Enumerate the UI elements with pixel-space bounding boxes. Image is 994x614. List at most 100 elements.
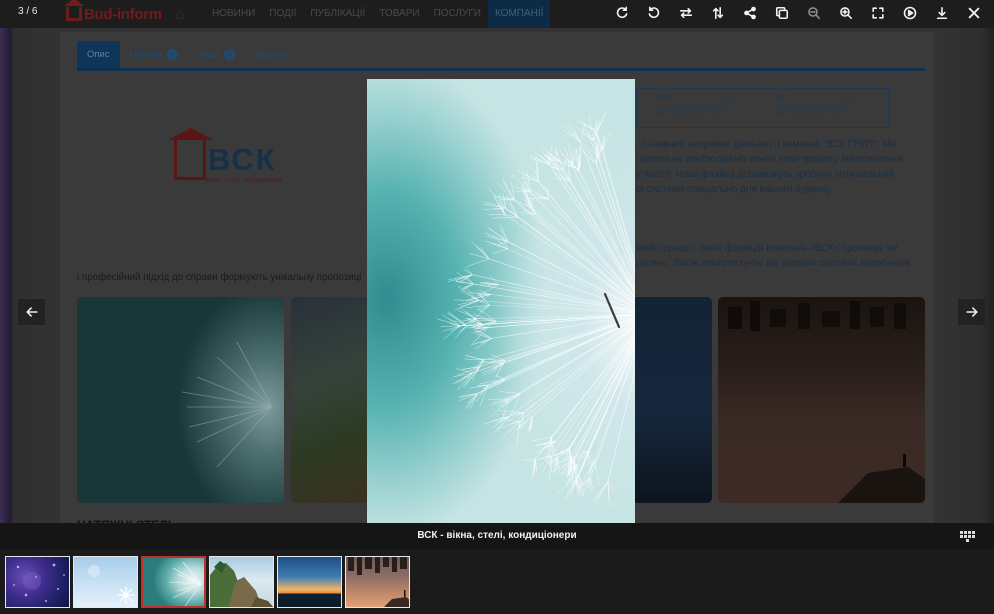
dandelion-pappus	[569, 474, 580, 498]
dandelion-pappus	[483, 207, 506, 210]
tabs-underline	[77, 68, 925, 71]
thumbnail-sunset[interactable]	[277, 556, 342, 608]
rating-service-label: Сервіс	[653, 93, 674, 100]
dandelion-pappus	[535, 458, 538, 474]
grid-icon	[959, 530, 963, 534]
prev-image-button[interactable]	[18, 299, 45, 325]
thumbnail-strip	[0, 549, 994, 614]
rotate-ccw-icon	[648, 6, 660, 19]
share-icon	[744, 6, 756, 20]
flip-vertical-button[interactable]	[702, 0, 734, 26]
thumbnail-city[interactable]	[345, 556, 410, 608]
grid-icon	[967, 534, 971, 538]
nav-item-companies: КОМПАНІЇ	[487, 0, 551, 28]
rotate-cw-button[interactable]	[606, 0, 638, 26]
tab-reviews: Відгуки	[245, 41, 297, 69]
dandelion-pappus	[520, 458, 536, 461]
dandelion-pappus	[465, 266, 473, 275]
dandelion-pappus	[454, 300, 480, 311]
dandelion-pappus	[563, 152, 568, 171]
dandelion-pappus	[499, 391, 521, 394]
next-image-button[interactable]	[958, 299, 985, 325]
dandelion-pappus	[453, 299, 480, 301]
description-line: і ретельно контролюємо кожен етап процес…	[636, 154, 903, 165]
dandelion-pappus	[607, 481, 609, 500]
tab-news: Новини 0	[120, 41, 189, 69]
company-logo-text: ВСК	[208, 142, 277, 177]
dandelion-pappus	[548, 449, 570, 465]
grid-icon	[959, 534, 963, 538]
dandelion-pappus	[521, 177, 539, 182]
thumbnail-grid-toggle[interactable]	[958, 528, 976, 544]
thumbnail-purple-bokeh[interactable]	[5, 556, 70, 608]
mastery-line: рішень. Якісні комплектуючі від відомих …	[636, 258, 911, 269]
nav-item-services: ПОСЛУГИ	[433, 8, 481, 19]
nav-item-goods: ТОВАРИ	[379, 8, 420, 19]
dandelion-pappus	[460, 290, 480, 301]
description-line: - основний напрямок діяльності компанії …	[636, 139, 896, 150]
slideshow-button[interactable]	[894, 0, 926, 26]
zoom-in-button[interactable]	[830, 0, 862, 26]
dandelion-filament	[508, 322, 635, 400]
fullscreen-button[interactable]	[862, 0, 894, 26]
ratings-box: Сервіс ☆☆☆☆☆0.0 Ціни ☆☆☆☆☆0.0	[636, 88, 889, 128]
dandelion-pappus	[516, 421, 521, 445]
zoom-in-icon	[840, 7, 853, 20]
dandelion-filament	[596, 131, 635, 267]
dandelion-pappus	[562, 129, 581, 143]
image-counter: 3 / 6	[18, 6, 38, 17]
dandelion-pappus	[511, 174, 531, 193]
tab-promotions-label: Акції	[198, 49, 219, 60]
thumbnail-dandelion[interactable]	[141, 556, 206, 608]
dandelion-pappus	[443, 325, 461, 340]
company-logo-tagline: вікна · стелі · кондиціонери	[206, 178, 282, 184]
dandelion-pappus	[467, 359, 484, 379]
dandelion-pappus	[507, 420, 521, 422]
copy-button[interactable]	[766, 0, 798, 26]
gallery-tile-dandelion	[77, 297, 284, 503]
dandelion-pappus	[591, 481, 609, 502]
dandelion-pappus	[563, 124, 581, 143]
main-image[interactable]	[367, 79, 635, 526]
dandelion-pappus	[479, 384, 489, 407]
cliffs-art	[210, 561, 273, 607]
dandelion-pappus	[463, 269, 473, 275]
close-button[interactable]	[958, 0, 990, 26]
flip-vertical-icon	[712, 6, 724, 20]
dandelion-pappus	[467, 258, 490, 267]
flip-horizontal-button[interactable]	[670, 0, 702, 26]
image-caption: ВСК - вікна, стелі, кондиціонери	[417, 530, 577, 541]
viewer-toolbar	[606, 0, 990, 26]
site-nav: НОВИНИ ПОДІЇ ПУБЛІКАЦІЇ ТОВАРИ ПОСЛУГИ К…	[205, 0, 551, 28]
thumbnail-cliffs[interactable]	[209, 556, 274, 608]
zoom-out-button[interactable]	[798, 0, 830, 26]
dandelion-pappus	[580, 123, 586, 143]
dandelion-pappus	[517, 169, 539, 182]
dandelion-pappus	[596, 110, 608, 132]
dandelion-pappus	[596, 112, 606, 132]
arrow-left-icon	[25, 307, 38, 317]
rotate-ccw-button[interactable]	[638, 0, 670, 26]
dandelion-pappus	[498, 410, 524, 413]
bokeh-art	[13, 563, 65, 602]
dandelion-pappus	[576, 478, 584, 497]
nav-item-publications: ПУБЛІКАЦІЇ	[310, 8, 366, 19]
share-button[interactable]	[734, 0, 766, 26]
download-button[interactable]	[926, 0, 958, 26]
dandelion-filament	[514, 200, 635, 303]
dandelion-pappus	[528, 203, 536, 215]
rating-prices-score: 0.0	[844, 100, 853, 106]
dandelion-pappus	[473, 305, 490, 320]
tab-description-label: Опис	[87, 49, 110, 60]
tab-promotions-count: 0	[223, 49, 235, 60]
home-icon: ⌂	[176, 6, 185, 22]
copy-icon	[775, 6, 789, 20]
description-line: ої системи спеціально для вашого будинку…	[636, 184, 833, 195]
grid-icon	[963, 530, 967, 534]
city-art	[728, 301, 925, 503]
rating-service-score: 0.0	[724, 100, 733, 106]
thumbnail-snowflake[interactable]	[73, 556, 138, 608]
dandelion-pappus	[557, 456, 560, 473]
tab-description: Опис	[77, 41, 120, 69]
dandelion-filament	[508, 241, 635, 308]
